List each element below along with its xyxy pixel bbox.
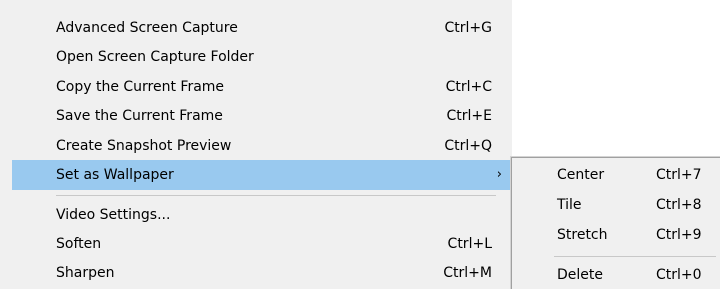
submenu-arrow-icon: › bbox=[496, 167, 502, 182]
menu-item-shortcut: Ctrl+E bbox=[446, 108, 493, 124]
submenu-item-shortcut: Ctrl+0 bbox=[656, 267, 702, 283]
context-menu: Advanced Screen Capture Ctrl+G Open Scre… bbox=[0, 0, 512, 289]
menu-separator bbox=[56, 195, 496, 196]
submenu-item-tile[interactable]: Tile Ctrl+8 bbox=[512, 190, 720, 220]
menu-item-copy-current-frame[interactable]: Copy the Current Frame Ctrl+C bbox=[12, 72, 512, 102]
menu-item-label: Advanced Screen Capture bbox=[56, 20, 238, 36]
menu-item-label: Copy the Current Frame bbox=[56, 79, 225, 95]
submenu-item-center[interactable]: Center Ctrl+7 bbox=[512, 160, 720, 190]
menu-item-label: Video Settings... bbox=[56, 207, 171, 223]
menu-item-shortcut: Ctrl+Q bbox=[444, 138, 492, 154]
submenu-item-shortcut: Ctrl+9 bbox=[656, 227, 702, 243]
submenu-separator bbox=[554, 256, 716, 257]
menu-item-shortcut: Ctrl+G bbox=[444, 20, 493, 36]
menu-item-set-as-wallpaper[interactable]: Set as Wallpaper › bbox=[12, 160, 512, 190]
menu-item-shortcut: Ctrl+L bbox=[447, 236, 492, 252]
menu-item-shortcut: Ctrl+M bbox=[443, 265, 492, 281]
menu-item-label: Sharpen bbox=[56, 265, 115, 281]
menu-item-label: Save the Current Frame bbox=[56, 108, 223, 124]
menu-item-shortcut: Ctrl+C bbox=[445, 79, 492, 95]
submenu-item-stretch[interactable]: Stretch Ctrl+9 bbox=[512, 220, 720, 250]
submenu-item-label: Delete bbox=[557, 267, 603, 283]
menu-item-label: Soften bbox=[56, 236, 102, 252]
menu-item-label: Set as Wallpaper bbox=[56, 167, 174, 183]
submenu-item-delete[interactable]: Delete Ctrl+0 bbox=[512, 260, 720, 289]
menu-item-soften[interactable]: Soften Ctrl+L bbox=[12, 229, 512, 259]
menu-item-sharpen[interactable]: Sharpen Ctrl+M bbox=[12, 258, 512, 288]
menu-item-label: Open Screen Capture Folder bbox=[56, 49, 254, 65]
menu-item-label: Create Snapshot Preview bbox=[56, 138, 232, 154]
submenu-item-label: Center bbox=[557, 167, 605, 183]
submenu-item-label: Tile bbox=[557, 197, 582, 213]
menu-item-save-current-frame[interactable]: Save the Current Frame Ctrl+E bbox=[12, 101, 512, 131]
menu-item-create-snapshot-preview[interactable]: Create Snapshot Preview Ctrl+Q bbox=[12, 131, 512, 161]
submenu-item-shortcut: Ctrl+8 bbox=[656, 197, 702, 213]
menu-item-open-screen-capture-folder[interactable]: Open Screen Capture Folder bbox=[12, 42, 512, 72]
submenu-item-shortcut: Ctrl+7 bbox=[656, 167, 702, 183]
menu-item-video-settings[interactable]: Video Settings... bbox=[12, 200, 512, 230]
menu-item-advanced-screen-capture[interactable]: Advanced Screen Capture Ctrl+G bbox=[12, 13, 512, 43]
wallpaper-submenu: Center Ctrl+7 Tile Ctrl+8 Stretch Ctrl+9… bbox=[511, 157, 720, 289]
screen: Advanced Screen Capture Ctrl+G Open Scre… bbox=[0, 0, 720, 289]
submenu-item-label: Stretch bbox=[557, 227, 608, 243]
